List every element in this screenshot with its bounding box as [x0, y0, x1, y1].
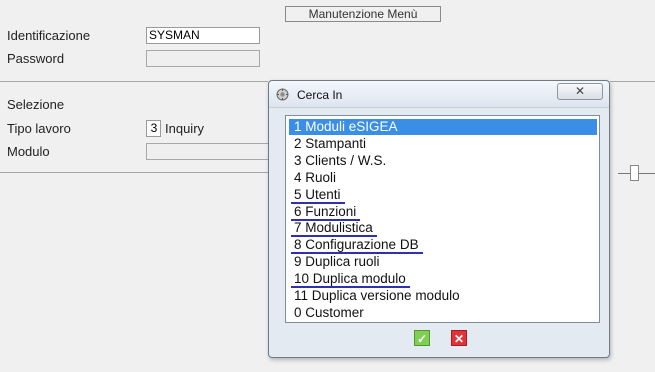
list-item-label: 7 Modulistica — [294, 220, 373, 236]
check-icon: ✓ — [416, 332, 428, 346]
list-item-label: 5 Utenti — [294, 186, 341, 202]
list-item[interactable]: 10 Duplica modulo — [289, 271, 597, 289]
separator-top-right — [610, 81, 655, 82]
modulo-label: Modulo — [7, 144, 50, 159]
window-title: Manutenzione Menù — [285, 6, 441, 22]
list-item[interactable]: 3 Clients / W.S. — [289, 153, 597, 169]
tipo-lavoro-code-field[interactable]: 3 — [146, 120, 161, 137]
cancel-button[interactable]: ✕ — [451, 330, 467, 346]
list-item[interactable]: 0 Customer — [289, 305, 597, 321]
identificazione-field[interactable]: SYSMAN — [146, 27, 260, 44]
dialog-title: Cerca In — [297, 88, 343, 102]
list-item-label: 0 Customer — [294, 304, 364, 320]
identificazione-label: Identificazione — [7, 28, 91, 43]
list-item[interactable]: 8 Configurazione DB — [289, 237, 597, 255]
list-item-label: 10 Duplica modulo — [294, 271, 406, 287]
confirm-button[interactable]: ✓ — [414, 330, 430, 346]
search-dialog: Cerca In ✕ 1 Moduli eSIGEA 2 Stampanti 3 C… — [268, 80, 610, 358]
list-item[interactable]: 11 Duplica versione modulo — [289, 288, 597, 304]
side-scroll-handle[interactable] — [630, 165, 639, 181]
close-icon: ✕ — [574, 84, 586, 98]
list-item-label: 3 Clients / W.S. — [294, 152, 387, 168]
list-item-label: 1 Moduli eSIGEA — [294, 119, 398, 134]
app-icon — [276, 88, 289, 101]
list-item[interactable]: 9 Duplica ruoli — [289, 254, 597, 270]
list-item[interactable]: 6 Funzioni — [289, 203, 597, 221]
list-item-label: 4 Ruoli — [294, 169, 337, 185]
list-item-label: 6 Funzioni — [294, 203, 357, 219]
password-label: Password — [7, 51, 65, 66]
list-item-label: 2 Stampanti — [294, 135, 367, 151]
options-listbox[interactable]: 1 Moduli eSIGEA 2 Stampanti 3 Clients / W.… — [285, 115, 600, 323]
list-item[interactable]: 4 Ruoli — [289, 170, 597, 186]
tipo-lavoro-label: Tipo lavoro — [7, 121, 71, 136]
list-item-label: 11 Duplica versione modulo — [294, 288, 460, 303]
list-item[interactable]: 2 Stampanti — [289, 136, 597, 152]
list-item[interactable]: 5 Utenti — [289, 186, 597, 204]
password-field[interactable] — [146, 50, 260, 67]
list-item[interactable]: 1 Moduli eSIGEA — [289, 119, 597, 135]
separator-bottom — [0, 172, 268, 173]
modulo-field[interactable] — [146, 143, 270, 160]
x-icon: ✕ — [453, 332, 465, 346]
list-item-label: 9 Duplica ruoli — [294, 254, 380, 270]
list-item-label: 8 Configurazione DB — [294, 237, 419, 253]
separator-top — [0, 81, 268, 82]
close-button[interactable]: ✕ — [557, 83, 603, 100]
tipo-lavoro-description: Inquiry — [165, 121, 205, 136]
selezione-label: Selezione — [7, 97, 65, 112]
dialog-titlebar[interactable]: Cerca In ✕ — [269, 81, 609, 108]
list-item[interactable]: 7 Modulistica — [289, 220, 597, 238]
